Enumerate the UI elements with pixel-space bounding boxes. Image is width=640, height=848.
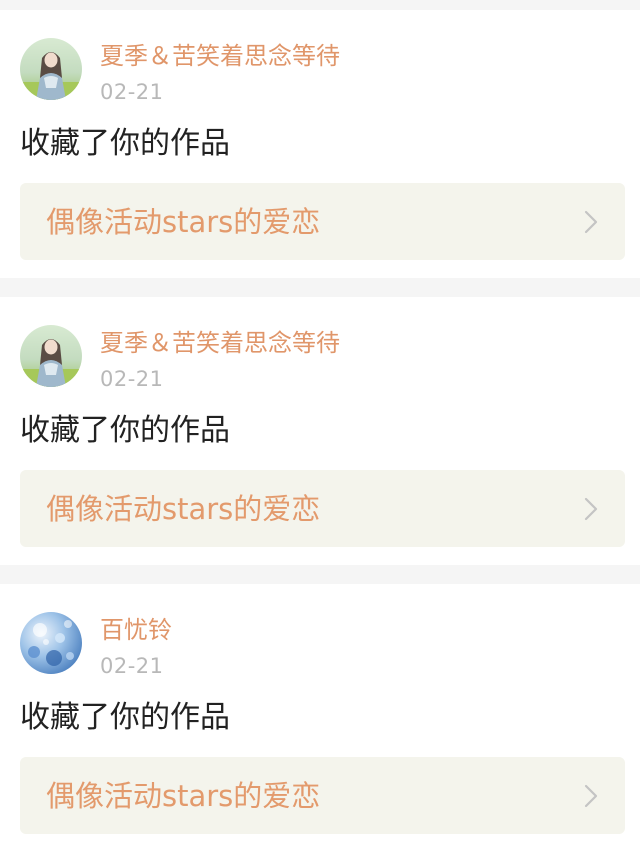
username[interactable]: 百忧铃 [100, 614, 172, 646]
user-avatar[interactable] [20, 38, 82, 100]
user-avatar[interactable] [20, 325, 82, 387]
work-title: 偶像活动stars的爱恋 [46, 492, 321, 526]
username[interactable]: 夏季＆苦笑着思念等待 [100, 40, 340, 72]
action-text: 收藏了你的作品 [20, 700, 230, 735]
timestamp: 02-21 [100, 80, 164, 104]
notification-card: 夏季＆苦笑着思念等待 02-21 收藏了你的作品 偶像活动stars的爱恋 [0, 10, 640, 278]
action-text: 收藏了你的作品 [20, 126, 230, 161]
girl-portrait-avatar-icon [20, 38, 82, 100]
chevron-right-icon [583, 209, 599, 235]
work-title: 偶像活动stars的爱恋 [46, 205, 321, 239]
notification-list: 夏季＆苦笑着思念等待 02-21 收藏了你的作品 偶像活动stars的爱恋 夏季… [0, 0, 640, 848]
chevron-right-icon [583, 783, 599, 809]
blue-bokeh-avatar-icon [20, 612, 82, 674]
timestamp: 02-21 [100, 654, 164, 678]
work-title: 偶像活动stars的爱恋 [46, 779, 321, 813]
work-link-card[interactable]: 偶像活动stars的爱恋 [20, 470, 625, 547]
username[interactable]: 夏季＆苦笑着思念等待 [100, 327, 340, 359]
notification-card: 夏季＆苦笑着思念等待 02-21 收藏了你的作品 偶像活动stars的爱恋 [0, 297, 640, 565]
work-link-card[interactable]: 偶像活动stars的爱恋 [20, 183, 625, 260]
notification-card: 百忧铃 02-21 收藏了你的作品 偶像活动stars的爱恋 [0, 584, 640, 848]
timestamp: 02-21 [100, 367, 164, 391]
work-link-card[interactable]: 偶像活动stars的爱恋 [20, 757, 625, 834]
action-text: 收藏了你的作品 [20, 413, 230, 448]
chevron-right-icon [583, 496, 599, 522]
girl-portrait-avatar-icon [20, 325, 82, 387]
user-avatar[interactable] [20, 612, 82, 674]
